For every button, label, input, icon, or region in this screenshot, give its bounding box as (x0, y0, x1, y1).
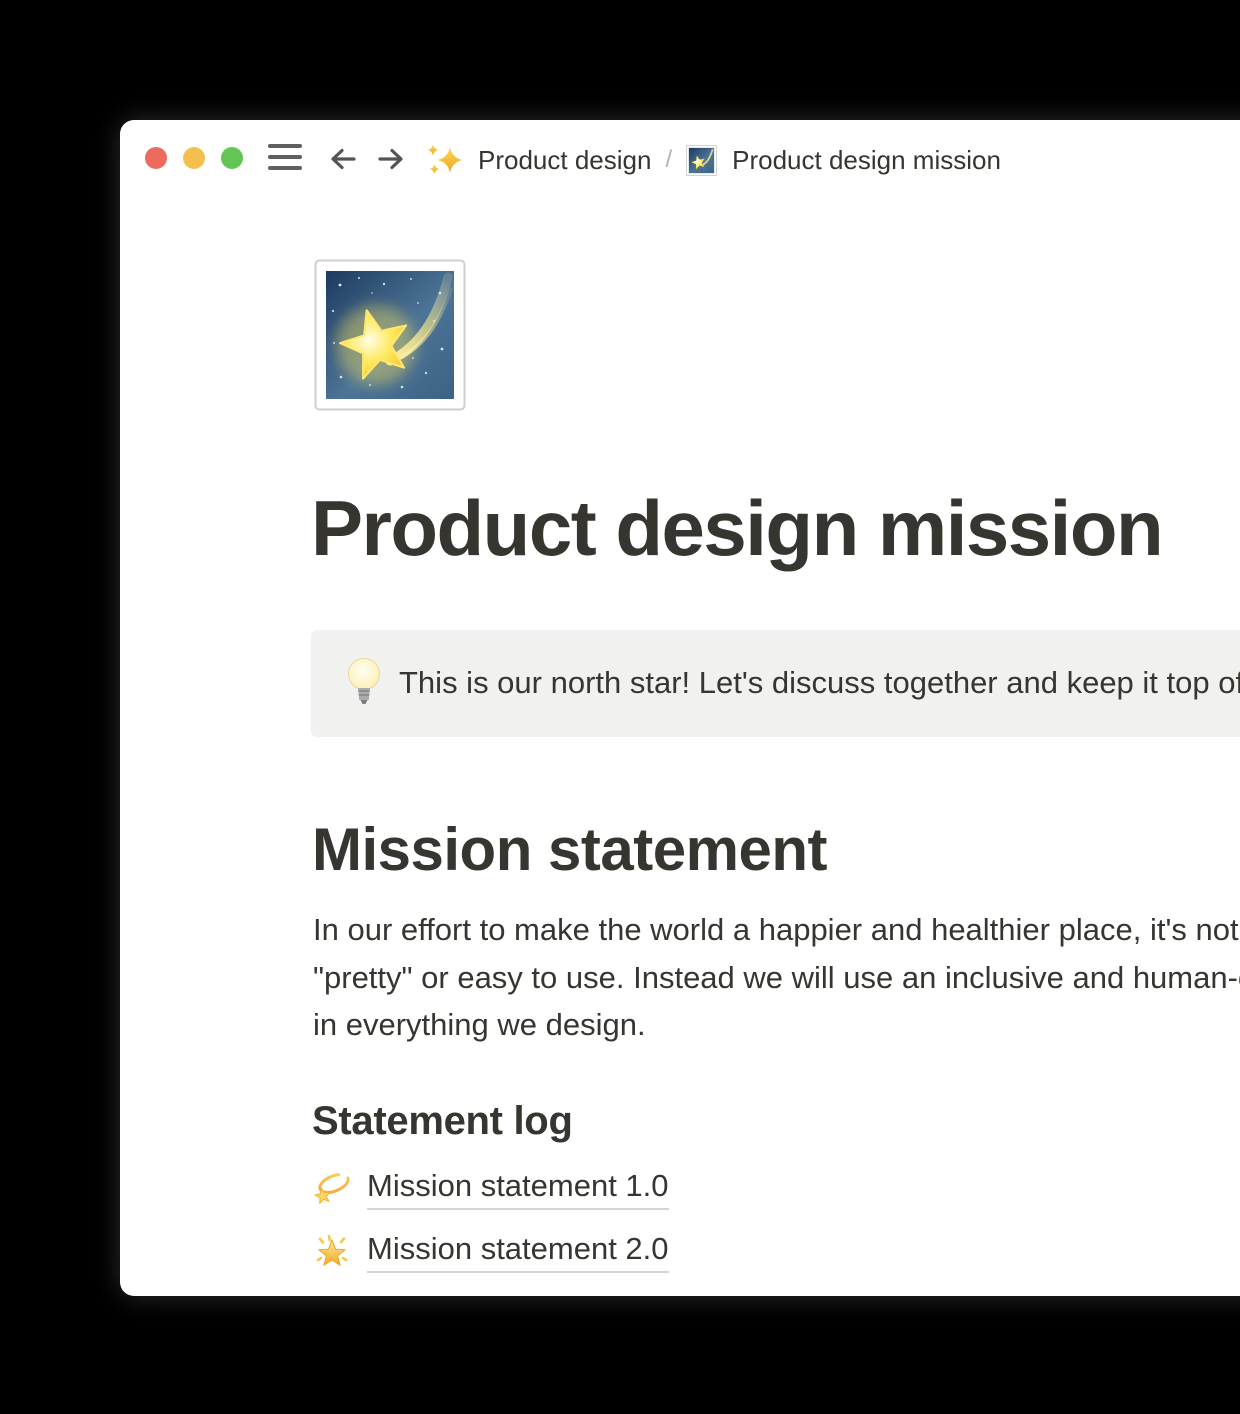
callout-text: This is our north star! Let's discuss to… (399, 660, 1240, 707)
mission-paragraph: In our effort to make the world a happie… (313, 906, 1240, 1049)
app-window: Product design / (120, 120, 1240, 1296)
breadcrumb-item-product-design-mission[interactable]: Product design mission (686, 145, 1001, 176)
heading-statement-log: Statement log (312, 1097, 573, 1145)
titlebar: Product design / (120, 120, 1240, 200)
breadcrumb-label: Product design (478, 145, 651, 176)
shooting-star-icon (686, 145, 717, 176)
page-link-label: Mission statement 2.0 (367, 1231, 669, 1273)
heading-mission-statement: Mission statement (312, 814, 827, 886)
hamburger-icon (268, 144, 302, 148)
paragraph-line: "pretty" or easy to use. Instead we will… (313, 954, 1240, 1002)
traffic-light-minimize[interactable] (183, 147, 205, 169)
breadcrumb-item-product-design[interactable]: Product design (425, 140, 651, 180)
breadcrumb-label: Product design mission (732, 145, 1001, 176)
traffic-light-zoom[interactable] (221, 147, 243, 169)
back-arrow-icon (326, 142, 360, 176)
breadcrumb: Product design / (425, 120, 1001, 200)
traffic-light-close[interactable] (145, 147, 167, 169)
page-title: Product design mission (311, 482, 1162, 576)
forward-button[interactable] (374, 142, 408, 176)
page-link-mission-statement-2[interactable]: Mission statement 2.0 (313, 1229, 669, 1275)
forward-arrow-icon (374, 142, 408, 176)
glowing-star-icon (313, 1233, 351, 1271)
page-link-mission-statement-1[interactable]: Mission statement 1.0 (313, 1166, 669, 1212)
page-icon-shooting-star-emoji[interactable] (314, 259, 466, 411)
page-link-label: Mission statement 1.0 (367, 1168, 669, 1210)
back-button[interactable] (326, 142, 360, 176)
breadcrumb-separator: / (665, 146, 672, 174)
paragraph-line: In our effort to make the world a happie… (313, 906, 1240, 954)
dizzy-icon (313, 1170, 351, 1208)
paragraph-line: in everything we design. (313, 1001, 1240, 1049)
sparkles-icon (425, 140, 463, 180)
sidebar-menu-button[interactable] (268, 144, 302, 172)
light-bulb-icon (344, 650, 384, 718)
callout-block: This is our north star! Let's discuss to… (311, 630, 1240, 737)
statement-log-links: Mission statement 1.0 Mission statement … (313, 1166, 669, 1292)
